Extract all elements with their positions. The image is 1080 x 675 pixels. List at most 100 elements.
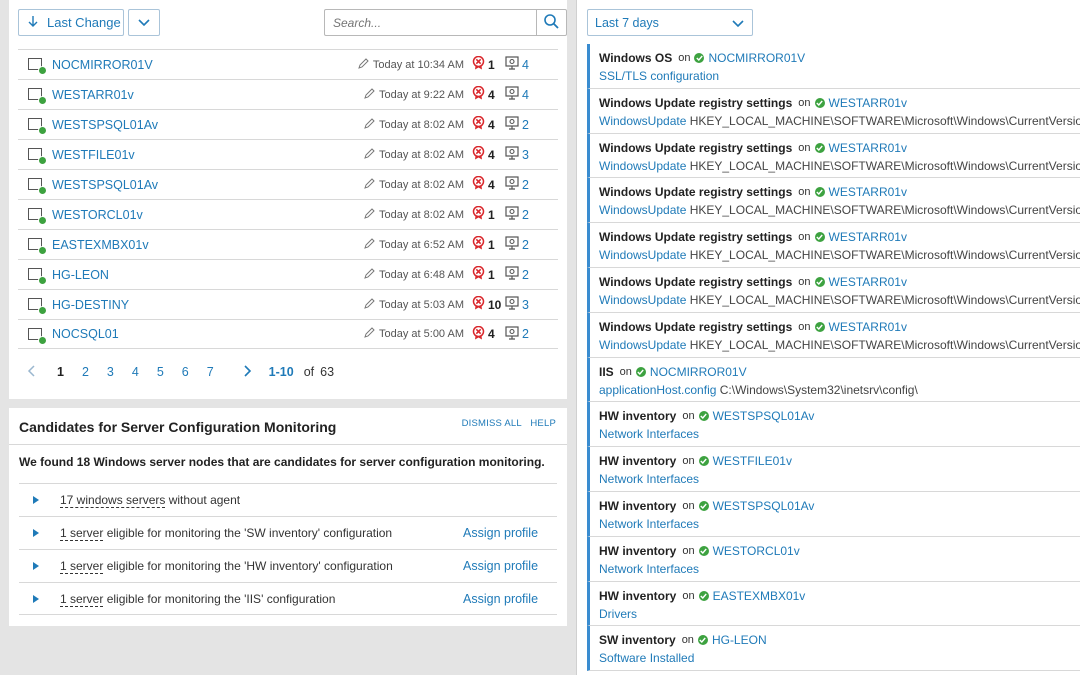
change-node-link[interactable]: EASTEXMBX01v: [713, 589, 806, 603]
node-alerts[interactable]: 4: [472, 175, 495, 193]
change-item[interactable]: Windows Update registry settings on WESTAR…: [587, 223, 1080, 268]
assign-profile-link[interactable]: Assign profile: [463, 559, 538, 573]
node-name-link[interactable]: HG-LEON: [52, 268, 109, 282]
change-node-link[interactable]: NOCMIRROR01V: [650, 365, 747, 379]
node-alerts[interactable]: 4: [472, 145, 495, 163]
change-detail-link[interactable]: WindowsUpdate: [599, 293, 686, 307]
page-number-2[interactable]: 2: [82, 365, 89, 379]
node-row[interactable]: WESTORCL01v Today at 8:02 AM 1 2: [18, 199, 558, 229]
assign-profile-link[interactable]: Assign profile: [463, 526, 538, 540]
node-configs[interactable]: 3: [505, 296, 529, 313]
node-row[interactable]: WESTARR01v Today at 9:22 AM 4 4: [18, 79, 558, 109]
node-name-link[interactable]: EASTEXMBX01v: [52, 238, 149, 252]
change-node-link[interactable]: WESTORCL01v: [713, 544, 800, 558]
node-name-link[interactable]: WESTSPSQL01Av: [52, 178, 158, 192]
node-configs[interactable]: 4: [505, 56, 529, 73]
node-name-link[interactable]: NOCMIRROR01V: [52, 58, 153, 72]
sort-dropdown-button[interactable]: [128, 9, 160, 36]
node-alerts[interactable]: 10: [472, 295, 501, 313]
change-node-link[interactable]: WESTSPSQL01Av: [713, 409, 815, 423]
node-configs[interactable]: 2: [505, 176, 529, 193]
change-detail-link[interactable]: Network Interfaces: [599, 517, 699, 531]
dismiss-all-link[interactable]: DISMISS ALL: [462, 418, 522, 429]
change-item[interactable]: Windows Update registry settings on WESTAR…: [587, 312, 1080, 358]
change-node-link[interactable]: NOCMIRROR01V: [708, 51, 805, 65]
node-configs[interactable]: 4: [505, 86, 529, 103]
page-number-1[interactable]: 1: [57, 365, 64, 379]
page-number-6[interactable]: 6: [182, 365, 189, 379]
change-item[interactable]: HW inventory on EASTEXMBX01v Drivers: [587, 581, 1080, 627]
sort-button[interactable]: Last Change: [18, 9, 124, 36]
change-item[interactable]: HW inventory on WESTSPSQL01Av Network Inter…: [587, 402, 1080, 448]
page-number-3[interactable]: 3: [107, 365, 114, 379]
change-item[interactable]: SW inventory on HG-LEON Software Installed: [587, 626, 1080, 672]
change-item[interactable]: Windows OS on NOCMIRROR01V SSL/TLS configur…: [587, 44, 1080, 89]
change-node-link[interactable]: WESTFILE01v: [713, 454, 792, 468]
candidate-count-link[interactable]: 1 server: [60, 526, 104, 541]
node-name-link[interactable]: NOCSQL01: [52, 327, 119, 341]
change-node-link[interactable]: WESTARR01v: [829, 230, 907, 244]
node-row[interactable]: WESTSPSQL01Av Today at 8:02 AM 4 2: [18, 169, 558, 199]
expand-triangle-icon[interactable]: [33, 529, 39, 537]
change-node-link[interactable]: WESTSPSQL01Av: [713, 499, 815, 513]
change-detail-link[interactable]: WindowsUpdate: [599, 248, 686, 262]
page-number-7[interactable]: 7: [207, 365, 214, 379]
node-name-link[interactable]: WESTFILE01v: [52, 148, 135, 162]
change-detail-link[interactable]: Drivers: [599, 607, 637, 621]
change-item[interactable]: HW inventory on WESTFILE01v Network Interfa…: [587, 447, 1080, 492]
node-name-link[interactable]: WESTSPSQL01Av: [52, 118, 158, 132]
node-row[interactable]: EASTEXMBX01v Today at 6:52 AM 1 2: [18, 229, 558, 259]
node-configs[interactable]: 2: [505, 266, 529, 283]
change-node-link[interactable]: WESTARR01v: [829, 185, 907, 199]
change-item[interactable]: Windows Update registry settings on WESTAR…: [587, 267, 1080, 313]
assign-profile-link[interactable]: Assign profile: [463, 592, 538, 606]
change-detail-link[interactable]: WindowsUpdate: [599, 203, 686, 217]
change-detail-link[interactable]: applicationHost.config: [599, 383, 716, 397]
candidate-count-link[interactable]: 17 windows servers: [60, 493, 166, 508]
candidate-count-link[interactable]: 1 server: [60, 559, 104, 574]
expand-triangle-icon[interactable]: [33, 594, 39, 603]
node-configs[interactable]: 2: [505, 325, 529, 343]
node-configs[interactable]: 3: [505, 146, 529, 163]
search-button[interactable]: [536, 10, 566, 35]
expand-triangle-icon[interactable]: [33, 496, 39, 504]
node-alerts[interactable]: 4: [472, 85, 495, 103]
node-name-link[interactable]: WESTARR01v: [52, 88, 134, 102]
change-detail-link[interactable]: WindowsUpdate: [599, 338, 686, 352]
change-item[interactable]: IIS on NOCMIRROR01V applicationHost.config …: [587, 357, 1080, 403]
change-item[interactable]: HW inventory on WESTSPSQL01Av Network Inter…: [587, 491, 1080, 537]
help-link[interactable]: HELP: [530, 418, 556, 429]
node-name-link[interactable]: WESTORCL01v: [52, 208, 143, 222]
node-alerts[interactable]: 1: [472, 235, 495, 253]
node-configs[interactable]: 2: [505, 116, 529, 133]
prev-page-icon[interactable]: [27, 364, 35, 380]
node-alerts[interactable]: 1: [472, 265, 495, 283]
node-row[interactable]: NOCMIRROR01V Today at 10:34 AM 1 4: [18, 49, 558, 79]
change-node-link[interactable]: WESTARR01v: [829, 275, 907, 289]
node-alerts[interactable]: 4: [472, 115, 495, 133]
change-item[interactable]: Windows Update registry settings on WESTAR…: [587, 178, 1080, 224]
next-page-icon[interactable]: [244, 364, 252, 380]
expand-triangle-icon[interactable]: [33, 562, 39, 570]
change-item[interactable]: Windows Update registry settings on WESTAR…: [587, 133, 1080, 179]
change-item[interactable]: Windows Update registry settings on WESTAR…: [587, 88, 1080, 134]
change-node-link[interactable]: WESTARR01v: [829, 96, 907, 110]
node-row[interactable]: WESTFILE01v Today at 8:02 AM 4 3: [18, 139, 558, 169]
node-configs[interactable]: 2: [505, 236, 529, 253]
change-node-link[interactable]: WESTARR01v: [829, 320, 907, 334]
change-detail-link[interactable]: Network Interfaces: [599, 427, 699, 441]
change-node-link[interactable]: HG-LEON: [712, 633, 767, 647]
change-detail-link[interactable]: WindowsUpdate: [599, 114, 686, 128]
change-detail-link[interactable]: Network Interfaces: [599, 562, 699, 576]
node-row[interactable]: HG-LEON Today at 6:48 AM 1 2: [18, 259, 558, 289]
node-row[interactable]: NOCSQL01 Today at 5:00 AM 4 2: [18, 319, 558, 349]
page-number-4[interactable]: 4: [132, 365, 139, 379]
change-detail-link[interactable]: Software Installed: [599, 651, 694, 665]
period-dropdown[interactable]: Last 7 days: [587, 9, 753, 36]
candidate-count-link[interactable]: 1 server: [60, 591, 104, 607]
change-detail-link[interactable]: Network Interfaces: [599, 472, 699, 486]
search-input[interactable]: [325, 10, 530, 35]
node-alerts[interactable]: 1: [472, 205, 495, 223]
change-detail-link[interactable]: SSL/TLS configuration: [599, 69, 719, 83]
node-row[interactable]: HG-DESTINY Today at 5:03 AM 10 3: [18, 289, 558, 319]
